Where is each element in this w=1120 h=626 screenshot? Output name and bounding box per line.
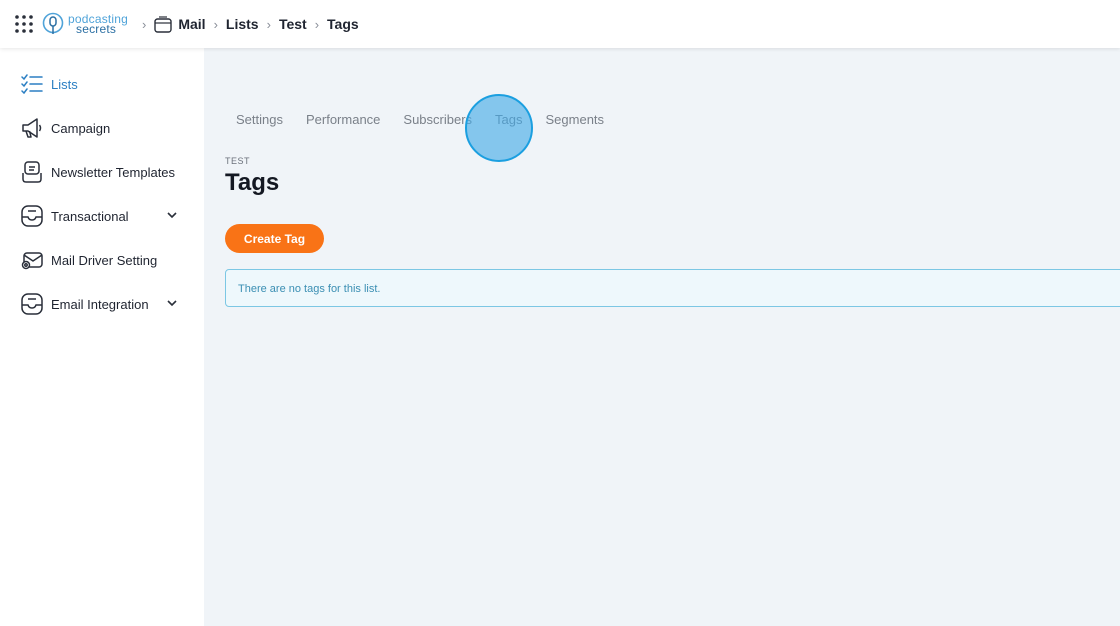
top-bar: podcasting secrets › Mail › Lists › Test… [0,0,1120,48]
inbox-icon [20,204,44,228]
breadcrumb: › Mail › Lists › Test › Tags [134,0,359,48]
sidebar: Lists Campaign Newsletter Templates Tran… [0,48,204,626]
podcast-mic-icon [42,12,64,34]
breadcrumb-test[interactable]: Test [279,16,307,32]
chevron-right-icon: › [266,16,271,32]
chevron-right-icon: › [213,16,218,32]
chevron-down-icon[interactable] [166,209,178,224]
create-tag-button[interactable]: Create Tag [225,224,324,253]
main-content: Settings Performance Subscribers Tags Se… [204,48,1120,626]
chevron-right-icon: › [314,16,320,32]
tab-segments[interactable]: Segments [546,112,605,127]
inbox-icon [20,292,44,316]
breadcrumb-lists[interactable]: Lists [226,16,259,32]
mailbox-icon [154,15,173,33]
sidebar-item-label: Mail Driver Setting [51,252,158,268]
list-tabs: Settings Performance Subscribers Tags Se… [236,112,627,127]
sidebar-item-lists[interactable]: Lists [20,71,186,97]
page-title: Tags [225,169,280,196]
tab-performance[interactable]: Performance [306,112,380,127]
apps-grid-icon[interactable] [14,14,34,34]
chevron-right-icon: › [142,16,147,32]
breadcrumb-tags[interactable]: Tags [327,16,359,32]
breadcrumb-mail[interactable]: Mail [178,16,205,32]
mail-settings-icon [20,248,44,272]
sidebar-item-label: Newsletter Templates [51,164,176,180]
template-icon [20,160,44,184]
empty-state-notice: There are no tags for this list. [225,269,1120,307]
sidebar-item-label: Email Integration [51,296,149,312]
sidebar-item-label: Campaign [51,120,111,136]
tab-subscribers[interactable]: Subscribers [403,112,472,127]
sidebar-item-newsletter-templates[interactable]: Newsletter Templates [20,159,186,185]
checklist-icon [20,72,44,96]
chevron-down-icon[interactable] [166,297,178,312]
list-name-overline: TEST [225,156,251,166]
brand-logo[interactable]: podcasting secrets [42,9,128,39]
sidebar-item-transactional[interactable]: Transactional [20,203,186,229]
tab-settings[interactable]: Settings [236,112,283,127]
sidebar-item-label: Transactional [51,208,129,224]
megaphone-icon [20,116,44,140]
sidebar-item-label: Lists [51,76,78,92]
sidebar-item-campaign[interactable]: Campaign [20,115,186,141]
tab-tags[interactable]: Tags [495,112,522,127]
sidebar-item-email-integration[interactable]: Email Integration [20,291,186,317]
sidebar-item-mail-driver-setting[interactable]: Mail Driver Setting [20,247,186,273]
